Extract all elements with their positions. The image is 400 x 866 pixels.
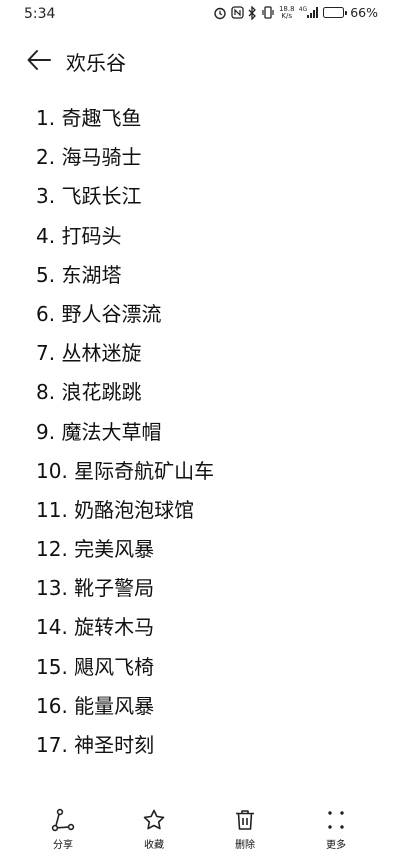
more-button[interactable]: 更多 — [306, 808, 366, 851]
back-button[interactable] — [25, 46, 53, 74]
list-item: 13. 靴子警局 — [36, 576, 155, 601]
status-icons: 18.8 K/s 4G 66% — [213, 5, 378, 20]
note-content[interactable]: 1. 奇趣飞鱼 2. 海马骑士 3. 飞跃长江 4. 打码头 5. 东湖塔 6. 野人谷漂… — [36, 99, 376, 765]
network-speed: 18.8 K/s — [279, 5, 295, 20]
nfc-icon — [231, 6, 244, 19]
vibrate-icon — [261, 6, 275, 19]
alarm-icon — [213, 6, 227, 20]
list-item: 1. 奇趣飞鱼 — [36, 106, 142, 130]
status-bar: 5:34 18.8 K/s 4G 66% — [0, 0, 400, 30]
list-item: 12. 完美风暴 — [36, 537, 155, 562]
more-dots-icon — [328, 811, 344, 829]
list-item: 11. 奶酪泡泡球馆 — [36, 497, 195, 522]
list-item: 7. 丛林迷旋 — [36, 341, 142, 366]
list-item: 16. 能量风暴 — [36, 693, 155, 718]
list-item: 14. 旋转木马 — [36, 615, 155, 640]
list-item: 17. 神圣时刻 — [36, 733, 155, 757]
delete-label: 删除 — [235, 840, 255, 851]
battery-percent: 66% — [350, 5, 378, 20]
list-item: 3. 飞跃长江 — [36, 184, 142, 209]
share-label: 分享 — [53, 840, 73, 851]
more-label: 更多 — [326, 840, 346, 851]
signal-label: 4G — [298, 5, 308, 13]
list-item: 9. 魔法大草帽 — [36, 419, 162, 444]
battery-icon — [323, 7, 347, 18]
bottom-toolbar: 分享 收藏 删除 更多 — [0, 808, 400, 866]
page-title: 欢乐谷 — [66, 51, 126, 75]
header: 欢乐谷 — [0, 38, 400, 82]
network-speed-unit: K/s — [281, 11, 293, 20]
list-item: 10. 星际奇航矿山车 — [36, 458, 215, 483]
list-item: 2. 海马骑士 — [36, 145, 142, 170]
list-item: 8. 浪花跳跳 — [36, 380, 142, 405]
list-item: 15. 飓风飞椅 — [36, 654, 155, 679]
delete-button[interactable]: 删除 — [215, 808, 275, 851]
list-item: 6. 野人谷漂流 — [36, 301, 162, 326]
star-icon — [143, 809, 165, 830]
share-icon — [51, 808, 75, 832]
bluetooth-icon — [248, 5, 257, 20]
share-button[interactable]: 分享 — [33, 808, 93, 851]
status-time: 5:34 — [24, 6, 56, 22]
back-arrow-icon — [27, 50, 51, 70]
favorite-button[interactable]: 收藏 — [124, 808, 184, 851]
signal-icon: 4G — [298, 5, 319, 18]
list-item: 5. 东湖塔 — [36, 262, 122, 287]
list-item: 4. 打码头 — [36, 223, 122, 248]
favorite-label: 收藏 — [144, 840, 164, 851]
trash-icon — [236, 810, 254, 830]
